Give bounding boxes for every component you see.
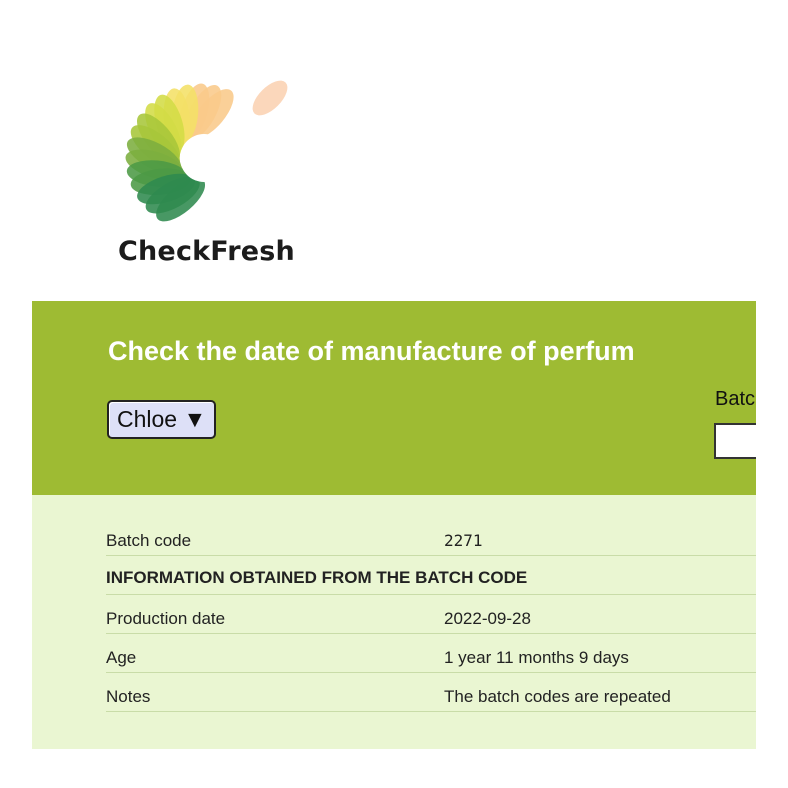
- result-row-batch-code: Batch code 2271: [106, 517, 756, 556]
- row-label: Batch code: [106, 531, 192, 550]
- checkfresh-logo[interactable]: CheckFresh: [112, 58, 312, 278]
- row-value: The batch codes are repeated: [444, 687, 671, 706]
- page: CheckFresh Check the date of manufacture…: [0, 0, 788, 788]
- batch-code-input[interactable]: [714, 423, 756, 459]
- batch-code-label: Batc: [715, 388, 756, 410]
- row-value: 1 year 11 months 9 days: [444, 648, 629, 667]
- row-value: 2022-09-28: [444, 609, 531, 628]
- brand-select[interactable]: Chloe ▼: [107, 400, 217, 439]
- brand-select-value: Chloe: [117, 406, 178, 432]
- result-row-production-date: Production date 2022-09-28: [106, 595, 756, 634]
- row-label: Notes: [106, 687, 151, 706]
- chevron-down-icon: ▼: [183, 406, 207, 432]
- results-panel: Batch code 2271 INFORMATION OBTAINED FRO…: [32, 495, 756, 749]
- row-label: Production date: [106, 609, 226, 628]
- row-label: Age: [106, 648, 137, 667]
- page-title: Check the date of manufacture of perfum: [108, 336, 635, 366]
- row-value: 2271: [444, 531, 483, 550]
- result-row-notes: Notes The batch codes are repeated: [106, 673, 756, 712]
- flower-c-logo-icon: [125, 80, 288, 222]
- header-band: Check the date of manufacture of perfum …: [32, 301, 756, 495]
- section-heading-text: INFORMATION OBTAINED FROM THE BATCH CODE: [106, 568, 528, 587]
- result-row-age: Age 1 year 11 months 9 days: [106, 634, 756, 673]
- result-section-heading: INFORMATION OBTAINED FROM THE BATCH CODE: [106, 556, 756, 595]
- logo-wordmark: CheckFresh: [118, 236, 295, 267]
- logo-center: [180, 134, 228, 182]
